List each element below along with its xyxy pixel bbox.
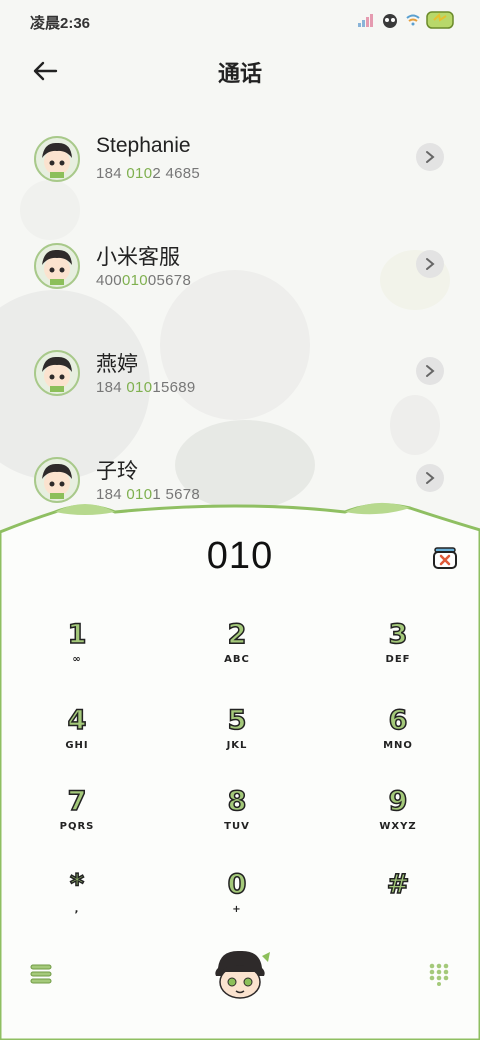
key-digit: 3 [388,619,408,651]
header: 通话 [0,46,480,96]
contact-name: 子玲 [96,460,138,483]
contact-item[interactable]: Stephanie 184 0102 4685 [0,118,480,225]
avatar [34,350,80,396]
key-digit: 6 [388,705,408,737]
voicemail-icon: ∞ [72,654,82,665]
key-digit: 4 [67,705,87,737]
key-7[interactable]: 7 PQRS [7,786,147,857]
contact-number: 184 0102 4685 [96,165,201,182]
key-9[interactable]: 9 WXYZ [328,786,468,857]
key-digit: * [69,869,85,901]
key-digit: 5 [227,705,247,737]
chevron-right-icon [426,365,435,377]
key-hash[interactable]: # [328,869,468,940]
contact-detail-button[interactable] [416,250,444,278]
key-6[interactable]: 6 MNO [328,705,468,776]
backspace-button[interactable] [430,542,460,572]
key-letters: MNO [383,740,413,751]
chevron-right-icon [426,151,435,163]
call-icon [215,950,270,999]
signal-icon [358,14,373,27]
contact-number: 184 01015689 [96,379,196,396]
contact-item[interactable]: 小米客服 40001005678 [0,225,480,332]
key-letters: DEF [385,654,411,665]
key-star[interactable]: * , [7,869,147,940]
key-letters: ABC [224,654,250,665]
key-letters: TUV [224,821,250,832]
chevron-right-icon [426,258,435,270]
key-letters: GHI [65,740,89,751]
contact-number: 40001005678 [96,272,192,289]
contact-name: Stephanie [96,134,191,157]
key-digit: 2 [227,619,247,651]
key-digit: # [386,869,410,901]
keypad-toggle-button[interactable] [428,962,450,986]
key-letters: , [74,904,80,915]
contact-name: 燕婷 [96,353,138,376]
key-1[interactable]: 1 ∞ [7,619,147,690]
battery-icon [426,11,454,29]
call-button[interactable] [208,946,272,1002]
avatar [34,243,80,289]
backspace-icon [433,547,457,569]
contact-detail-button[interactable] [416,357,444,385]
key-2[interactable]: 2 ABC [167,619,307,690]
key-letters: + [232,904,242,915]
dialer-panel: 010 1 ∞ 2 ABC 3 DEF 4 GHI 5 JKL 6 MNO 7 … [0,500,480,1040]
chevron-right-icon [426,472,435,484]
dialer-bottom-bar [0,940,480,1010]
status-bar: 凌晨2:36 [0,0,480,40]
key-letters: JKL [226,740,248,751]
key-8[interactable]: 8 TUV [167,786,307,857]
sticker-icon [383,14,397,28]
menu-button[interactable] [30,964,52,984]
key-digit: 8 [227,786,247,818]
key-4[interactable]: 4 GHI [7,705,147,776]
dialpad-icon [429,963,449,986]
key-digit: 9 [388,786,408,818]
key-digit: 7 [67,786,87,818]
avatar [34,457,80,503]
key-letters: PQRS [59,821,95,832]
page-title: 通话 [217,61,262,86]
key-digit: 1 [67,619,87,651]
key-digit: 0 [227,869,247,901]
key-0[interactable]: 0 + [167,869,307,940]
contact-detail-button[interactable] [416,464,444,492]
status-time: 凌晨2:36 [30,15,91,32]
wifi-icon [406,14,420,26]
contact-name: 小米客服 [96,246,180,269]
key-letters: WXYZ [379,821,417,832]
key-3[interactable]: 3 DEF [328,619,468,690]
avatar [34,136,80,182]
contact-detail-button[interactable] [416,143,444,171]
contact-item[interactable]: 燕婷 184 01015689 [0,332,480,439]
key-5[interactable]: 5 JKL [167,705,307,776]
dial-input-display[interactable]: 010 [0,535,480,578]
contact-list: Stephanie 184 0102 4685 小米客服 40001005678 [0,118,480,546]
menu-icon [30,964,52,984]
